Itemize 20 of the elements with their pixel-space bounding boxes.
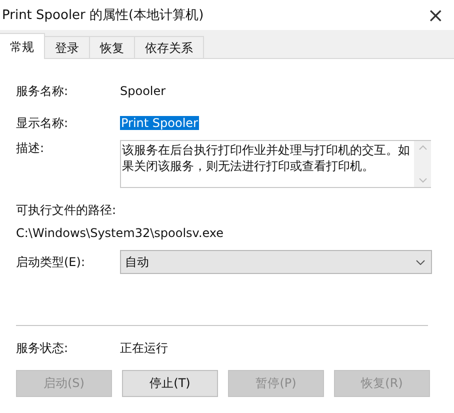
scroll-down-icon[interactable] xyxy=(418,178,426,183)
field-label: 可执行文件的路径: xyxy=(16,202,118,219)
field-label: 服务名称: xyxy=(16,82,70,100)
field-label: 描述: xyxy=(16,140,46,157)
tab[interactable]: 常规 xyxy=(0,33,45,59)
description-box[interactable]: 该服务在后台执行打印作业并处理与打印机的交互。如果关闭该服务，则无法进行打印或查看打印机。 xyxy=(120,140,431,188)
startup-type-dropdown[interactable]: 自动 xyxy=(120,250,432,274)
close-button[interactable]: × xyxy=(423,5,448,25)
window-title: Print Spooler 的属性(本地计算机) xyxy=(2,7,204,24)
service-button[interactable]: 停止(T) xyxy=(122,370,218,397)
scroll-up-icon[interactable] xyxy=(418,145,426,150)
service-name-value: Spooler xyxy=(120,84,166,98)
tab[interactable]: 依存关系 xyxy=(134,36,204,58)
path-value: C:\Windows\System32\spoolsv.exe xyxy=(16,226,225,240)
service-status-value: 正在运行 xyxy=(120,340,168,356)
display-name-field[interactable]: Print Spooler xyxy=(120,116,199,130)
field-label: 服务状态: xyxy=(16,340,70,356)
field-label: 显示名称: xyxy=(16,114,70,132)
field-label: 启动类型(E): xyxy=(16,254,86,270)
chevron-down-icon xyxy=(416,260,425,264)
